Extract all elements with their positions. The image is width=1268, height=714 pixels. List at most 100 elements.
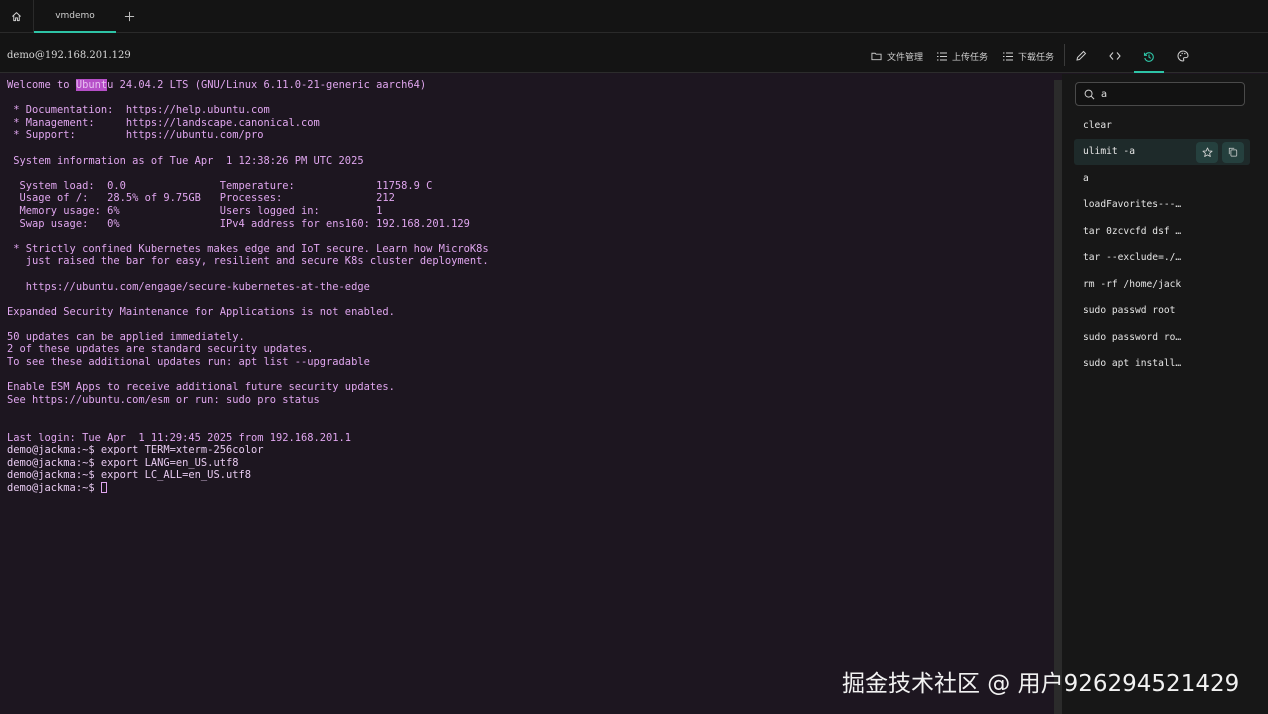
edit-button[interactable]: [1066, 43, 1096, 69]
terminal-line: Welcome to Ubuntu 24.04.2 LTS (GNU/Linux…: [7, 79, 1054, 92]
terminal-text: https://ubuntu.com/engage/secure-kuberne…: [7, 280, 370, 293]
terminal-line: * Support: https://ubuntu.com/pro: [7, 129, 1054, 142]
terminal-cursor: [100, 482, 107, 493]
history-item[interactable]: tar --exclude=./…: [1074, 245, 1250, 272]
terminal-text: * Documentation: https://help.ubuntu.com: [7, 104, 270, 117]
terminal-line: Enable ESM Apps to receive additional fu…: [7, 381, 1054, 394]
terminal-text: Expanded Security Maintenance for Applic…: [7, 305, 395, 318]
terminal-text: Usage of /: 28.5% of 9.75GB Processes: 2…: [7, 192, 395, 205]
terminal-output[interactable]: Welcome to Ubuntu 24.04.2 LTS (GNU/Linux…: [0, 74, 1054, 714]
terminal-line: demo@jackma:~$: [7, 482, 1054, 495]
code-icon: [1109, 52, 1121, 60]
download-tasks-label: 下载任务: [1018, 52, 1055, 63]
history-item[interactable]: loadFavorites---…: [1074, 192, 1250, 219]
terminal-text: See https://ubuntu.com/esm or run: sudo …: [7, 393, 320, 406]
add-tab-button[interactable]: [116, 0, 142, 32]
tab-vmdemo[interactable]: vmdemo: [34, 0, 116, 33]
terminal-line: * Strictly confined Kubernetes makes edg…: [7, 243, 1054, 256]
terminal-text: demo@jackma:~$ export TERM=xterm-256colo…: [7, 444, 264, 457]
copy-icon: [1228, 147, 1238, 157]
terminal-text: Swap usage: 0% IPv4 address for ens160: …: [7, 217, 470, 230]
terminal-text: * Strictly confined Kubernetes makes edg…: [7, 242, 489, 255]
upload-tasks-label: 上传任务: [952, 52, 989, 63]
history-item[interactable]: a: [1074, 165, 1250, 192]
history-item[interactable]: tar 0zcvcfd dsf …: [1074, 218, 1250, 245]
terminal-line: System load: 0.0 Temperature: 11758.9 C: [7, 180, 1054, 193]
terminal-text: demo@jackma:~$ export LC_ALL=en_US.utf8: [7, 469, 251, 482]
list-icon: [1003, 52, 1013, 60]
terminal-text: System load: 0.0 Temperature: 11758.9 C: [7, 179, 433, 192]
terminal-text: * Management: https://landscape.canonica…: [7, 116, 320, 129]
home-button[interactable]: [0, 0, 34, 32]
file-manager-label: 文件管理: [887, 52, 924, 63]
favorite-button[interactable]: [1196, 141, 1218, 163]
tab-bar: vmdemo: [0, 0, 1268, 33]
history-item-label: tar --exclude=./…: [1083, 252, 1182, 264]
history-item-label: sudo password ro…: [1083, 331, 1182, 343]
terminal-text: Memory usage: 6% Users logged in: 1: [7, 204, 383, 217]
history-icon: [1143, 52, 1154, 62]
terminal-line: Last login: Tue Apr 1 11:29:45 2025 from…: [7, 432, 1054, 445]
upload-tasks-button[interactable]: 上传任务: [937, 48, 988, 64]
history-item[interactable]: sudo apt install…: [1074, 351, 1250, 378]
terminal-line: See https://ubuntu.com/esm or run: sudo …: [7, 394, 1054, 407]
history-item-label: ulimit -a: [1083, 146, 1135, 158]
history-item-label: clear: [1083, 119, 1112, 131]
history-button[interactable]: [1134, 43, 1164, 73]
host-label: demo@192.168.201.129: [7, 50, 131, 61]
terminal-line: * Management: https://landscape.canonica…: [7, 117, 1054, 130]
file-manager-button[interactable]: 文件管理: [871, 48, 923, 64]
code-button[interactable]: [1100, 43, 1130, 69]
history-item[interactable]: sudo passwd root: [1074, 298, 1250, 325]
history-search-input[interactable]: [1101, 88, 1231, 100]
download-tasks-button[interactable]: 下载任务: [1003, 48, 1054, 64]
terminal-line: System information as of Tue Apr 1 12:38…: [7, 155, 1054, 168]
history-search[interactable]: [1075, 82, 1245, 106]
terminal-text: just raised the bar for easy, resilient …: [7, 255, 489, 268]
history-item[interactable]: rm -rf /home/jack: [1074, 271, 1250, 298]
terminal-text: Enable ESM Apps to receive additional fu…: [7, 381, 395, 394]
search-icon: [1084, 89, 1095, 99]
divider: [1064, 44, 1065, 66]
theme-button[interactable]: [1168, 43, 1198, 69]
terminal-text: * Support: https://ubuntu.com/pro: [7, 129, 264, 142]
terminal-line: To see these additional updates run: apt…: [7, 356, 1054, 369]
copy-button[interactable]: [1222, 141, 1244, 163]
terminal-line: Expanded Security Maintenance for Applic…: [7, 306, 1054, 319]
history-item-actions: [1196, 141, 1244, 163]
history-item-label: loadFavorites---…: [1083, 199, 1182, 211]
list-icon: [937, 52, 947, 60]
terminal-line: demo@jackma:~$ export TERM=xterm-256colo…: [7, 444, 1054, 457]
watermark: 掘金技术社区 @ 用户926294521429: [842, 671, 1240, 697]
terminal-line: demo@jackma:~$ export LC_ALL=en_US.utf8: [7, 469, 1054, 482]
terminal-text: To see these additional updates run: apt…: [7, 356, 370, 369]
history-item-label: sudo apt install…: [1083, 358, 1182, 370]
search-highlight: Ubunt: [75, 79, 108, 91]
star-icon: [1202, 147, 1212, 157]
history-item[interactable]: clear: [1074, 112, 1250, 139]
history-item-label: a: [1083, 172, 1089, 184]
history-item[interactable]: ulimit -a: [1074, 138, 1250, 165]
history-item[interactable]: sudo password ro…: [1074, 324, 1250, 351]
terminal-line: Swap usage: 0% IPv4 address for ens160: …: [7, 218, 1054, 231]
terminal-scrollbar[interactable]: [1054, 80, 1062, 714]
terminal-line: Usage of /: 28.5% of 9.75GB Processes: 2…: [7, 192, 1054, 205]
home-icon: [12, 11, 21, 21]
terminal-text: Last login: Tue Apr 1 11:29:45 2025 from…: [7, 431, 352, 444]
history-item-label: tar 0zcvcfd dsf …: [1083, 225, 1182, 237]
plus-icon: [124, 11, 134, 21]
history-item-label: rm -rf /home/jack: [1083, 278, 1182, 290]
terminal-line: 2 of these updates are standard security…: [7, 343, 1054, 356]
terminal-text: u 24.04.2 LTS (GNU/Linux 6.11.0-21-gener…: [107, 79, 427, 91]
history-item-label: sudo passwd root: [1083, 305, 1176, 317]
